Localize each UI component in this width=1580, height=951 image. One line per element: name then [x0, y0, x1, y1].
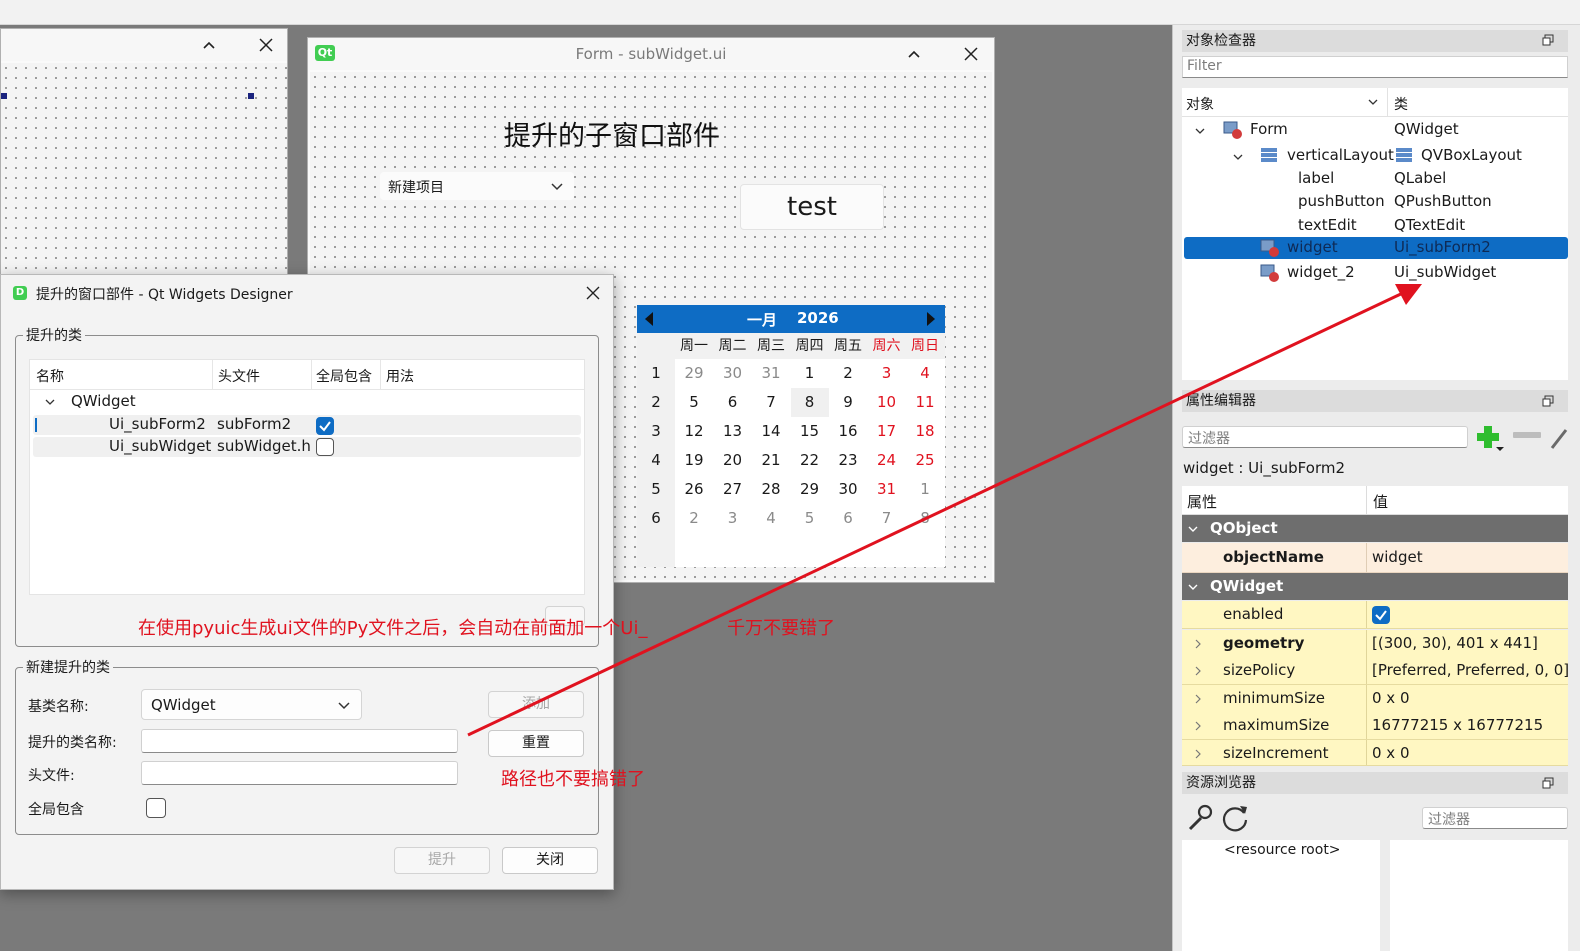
annotation-arrow — [467, 284, 1422, 737]
